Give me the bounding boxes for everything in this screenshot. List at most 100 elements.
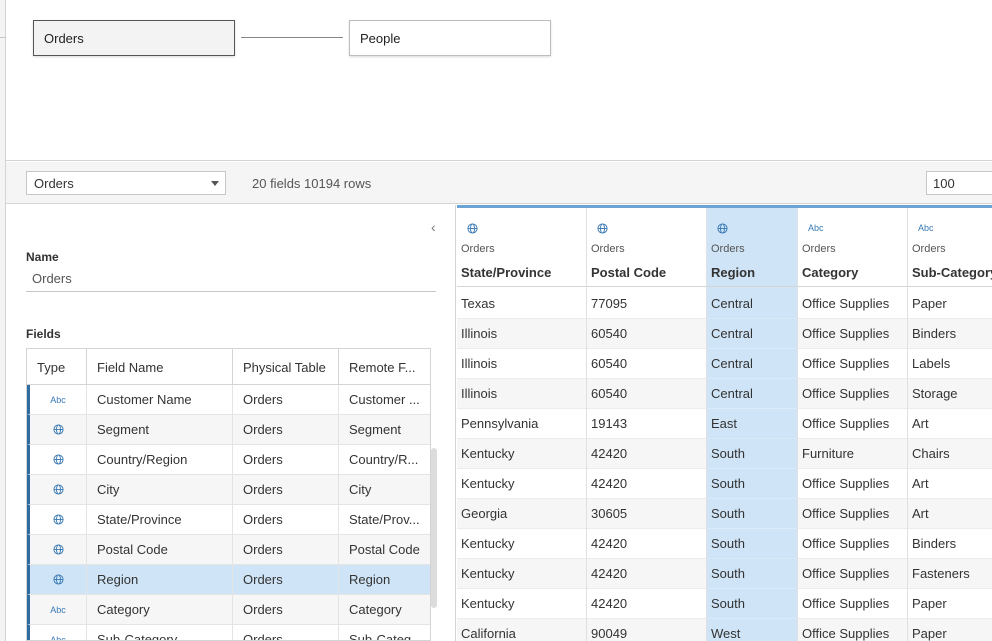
globe-icon[interactable] [30,415,87,444]
field-row[interactable]: Abc Sub-Category Orders Sub-Categ... [27,625,430,640]
name-field[interactable]: Orders [26,271,436,292]
grid-cell: 60540 [587,349,706,379]
canvas-table-people[interactable]: People [349,20,551,56]
field-name-cell[interactable]: Category [87,595,233,624]
grid-cell: Art [908,409,992,439]
string-type-label: Abc [50,604,66,615]
field-row[interactable]: City Orders City [27,475,430,505]
fields-table-header: Type Field Name Physical Table Remote F.… [27,349,430,385]
grid-cell: South [707,589,797,619]
field-row[interactable]: Country/Region Orders Country/R... [27,445,430,475]
physical-table-cell: Orders [233,565,339,594]
column-name[interactable]: Postal Code [591,265,666,280]
grid-cell: Central [707,289,797,319]
field-name-cell[interactable]: Customer Name [87,385,233,414]
grid-cell: Illinois [457,319,586,349]
grid-cell: 42420 [587,529,706,559]
rows-input[interactable]: 100 [926,171,992,195]
column-name[interactable]: Category [802,265,858,280]
metadata-panel: ‹ Name Orders Fields Type Field Name Phy… [6,205,456,641]
globe-icon[interactable] [467,223,478,237]
field-name-cell[interactable]: Postal Code [87,535,233,564]
field-row[interactable]: Abc Category Orders Category [27,595,430,625]
canvas-table-label: Orders [44,30,84,46]
globe-icon[interactable] [30,505,87,534]
grid-cell: Fasteners [908,559,992,589]
table-select[interactable]: Orders [26,171,226,195]
column-header-remote-field[interactable]: Remote F... [339,349,430,385]
field-row[interactable]: Region Orders Region [27,565,430,595]
grid-cell: 42420 [587,439,706,469]
field-row[interactable]: Abc Customer Name Orders Customer ... [27,385,430,415]
globe-icon[interactable] [597,223,608,237]
caret-down-icon [211,181,219,186]
remote-field-cell: Postal Code [339,535,430,564]
field-row[interactable]: Segment Orders Segment [27,415,430,445]
grid-cell: 19143 [587,409,706,439]
field-name-cell[interactable]: Sub-Category [87,625,233,640]
join-canvas: Orders People [6,0,992,161]
grid-column-header[interactable]: Abc Orders Sub-Category [908,208,992,287]
canvas-table-orders[interactable]: Orders [33,20,235,56]
grid-column-header[interactable]: Orders Region [707,208,797,287]
string-type-icon[interactable]: Abc [918,223,934,233]
column-source: Orders [591,243,625,255]
column-name[interactable]: Sub-Category [912,265,992,280]
grid-cell: Texas [457,289,586,319]
grid-cell: Chairs [908,439,992,469]
grid-cell: East [707,409,797,439]
grid-cell: South [707,439,797,469]
globe-icon[interactable] [717,223,728,237]
string-type-label: Abc [50,394,66,405]
field-row[interactable]: State/Province Orders State/Prov... [27,505,430,535]
string-type-icon[interactable]: Abc [30,595,87,624]
field-row-summary: 20 fields 10194 rows [252,176,372,191]
grid-cell: Binders [908,319,992,349]
table-select-value: Orders [34,175,74,191]
grid-cell: Illinois [457,379,586,409]
globe-icon[interactable] [30,565,87,594]
grid-cell: Paper [908,619,992,641]
string-type-icon[interactable]: Abc [30,385,87,414]
collapse-panel-icon[interactable]: ‹ [431,219,436,235]
column-header-type[interactable]: Type [27,349,87,385]
fields-scrollbar[interactable] [431,448,437,608]
grid-cell: Georgia [457,499,586,529]
grid-column-header[interactable]: Orders State/Province [457,208,586,287]
remote-field-cell: State/Prov... [339,505,430,534]
canvas-table-label: People [360,30,401,46]
fields-table: Type Field Name Physical Table Remote F.… [26,348,431,641]
field-name-cell[interactable]: Region [87,565,233,594]
column-name[interactable]: State/Province [461,265,551,280]
grid-cell: South [707,499,797,529]
grid-column-header[interactable]: Orders Postal Code [587,208,706,287]
grid-cell: Furniture [798,439,907,469]
remote-field-cell: Customer ... [339,385,430,414]
column-header-physical-table[interactable]: Physical Table [233,349,339,385]
physical-table-cell: Orders [233,385,339,414]
grid-column: Orders Region Central Central Central Central… [707,208,798,641]
data-source-window: Orders People Orders 20 fields 10194 row… [0,0,992,641]
string-type-icon[interactable]: Abc [808,223,824,233]
field-name-cell[interactable]: Country/Region [87,445,233,474]
column-header-field-name[interactable]: Field Name [87,349,233,385]
fields-label: Fields [26,327,61,341]
globe-icon[interactable] [30,475,87,504]
grid-column: Abc Orders Sub-Category Paper Binders Labels S… [908,208,992,641]
grid-column-header[interactable]: Abc Orders Category [798,208,907,287]
column-name[interactable]: Region [711,265,755,280]
globe-icon[interactable] [30,535,87,564]
physical-table-cell: Orders [233,595,339,624]
data-grid: Orders State/Province Texas Illinois Illinoi… [457,205,992,641]
string-type-icon[interactable]: Abc [30,625,87,640]
field-row[interactable]: Postal Code Orders Postal Code [27,535,430,565]
field-name-cell[interactable]: State/Province [87,505,233,534]
relationship-line[interactable] [241,37,343,38]
field-name-cell[interactable]: Segment [87,415,233,444]
grid-cell: Central [707,319,797,349]
grid-column: Orders State/Province Texas Illinois Illinoi… [457,208,587,641]
field-name-cell[interactable]: City [87,475,233,504]
name-label: Name [26,250,59,264]
grid-cell: Office Supplies [798,469,907,499]
globe-icon[interactable] [30,445,87,474]
